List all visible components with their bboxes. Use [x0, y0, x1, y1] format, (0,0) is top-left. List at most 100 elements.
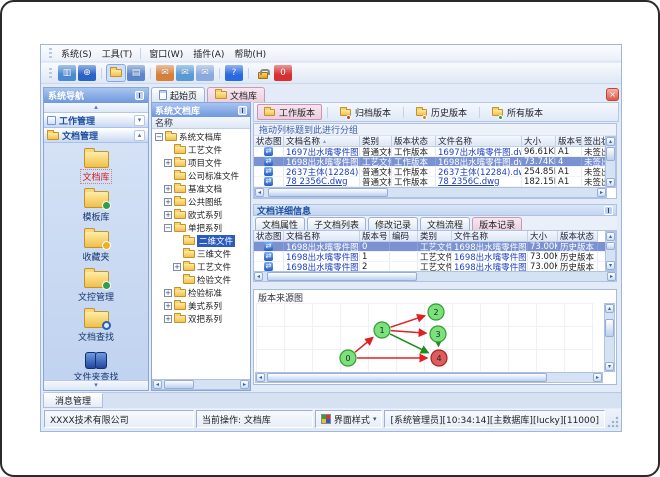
- detail-table-horizontal-scrollbar[interactable]: ◂ ▸: [253, 271, 617, 282]
- toolbar-document-library-icon[interactable]: [106, 64, 126, 82]
- scroll-thumb[interactable]: [268, 188, 388, 197]
- column-header-1[interactable]: 文档名称: [284, 231, 360, 242]
- tree-item[interactable]: + 基准文档: [152, 182, 250, 195]
- expander-plus-icon[interactable]: +: [164, 184, 172, 193]
- column-header-1[interactable]: 文档名称 ▴: [284, 136, 360, 147]
- scroll-down-arrow-icon[interactable]: ▾: [605, 362, 614, 371]
- sidebar-group-0[interactable]: 工作管理 ▾: [44, 113, 148, 128]
- expander-plus-icon[interactable]: +: [164, 301, 172, 310]
- column-header-5[interactable]: 文件名称: [452, 231, 528, 242]
- expander-plus-icon[interactable]: +: [164, 314, 172, 323]
- toolbar-internet-icon[interactable]: ⊕: [78, 65, 96, 81]
- expander-minus-icon[interactable]: −: [155, 132, 163, 141]
- scroll-left-arrow-icon[interactable]: ◂: [153, 380, 162, 389]
- sidebar-item-3[interactable]: 文控管理: [44, 266, 148, 303]
- scroll-thumb[interactable]: [606, 147, 615, 161]
- sidebar-item-2[interactable]: 收藏夹: [44, 226, 148, 263]
- scroll-thumb[interactable]: [605, 319, 614, 337]
- scroll-right-arrow-icon[interactable]: ▸: [593, 373, 602, 382]
- version-button-0[interactable]: 工作版本: [257, 104, 323, 120]
- toolbar-workspace-icon[interactable]: ▤: [127, 65, 145, 81]
- column-header-5[interactable]: 大小: [522, 136, 556, 147]
- tree-item[interactable]: − 单把系列: [152, 221, 250, 234]
- main-table-horizontal-scrollbar[interactable]: ◂ ▸: [254, 187, 607, 198]
- chevron-down-icon[interactable]: ▾: [134, 115, 145, 126]
- tab-0[interactable]: 起始页: [151, 87, 206, 102]
- tree-item[interactable]: 二维文件: [152, 234, 250, 247]
- expander-plus-icon[interactable]: +: [173, 262, 181, 271]
- sidebar-scroll-down-strip[interactable]: ▾: [44, 380, 148, 390]
- tree-horizontal-scrollbar[interactable]: ◂ ▸: [152, 379, 250, 390]
- graph-horizontal-scrollbar[interactable]: ◂ ▸: [255, 372, 603, 383]
- sidebar-group-1[interactable]: 文档管理 ▴: [44, 128, 148, 143]
- table-row[interactable]: ⇄1698出水嘴零件图.dwg工艺文件工作版本1698出水嘴零件图.dwg73.…: [254, 157, 607, 167]
- graph-vertical-scrollbar[interactable]: ▴ ▾: [604, 303, 615, 372]
- detail-table-vertical-scrollbar[interactable]: ▴ ▾: [605, 231, 616, 271]
- menu-item-tools[interactable]: 工具(T): [97, 46, 138, 61]
- toolbar-mail-send-icon[interactable]: ✉: [196, 65, 214, 81]
- column-header-0[interactable]: 状态图: [254, 231, 284, 242]
- tree-item[interactable]: 三维文件: [152, 247, 250, 260]
- tree-item[interactable]: + 工艺文件: [152, 260, 250, 273]
- scroll-right-arrow-icon[interactable]: ▸: [607, 272, 616, 281]
- toolbar-remote-desktop-icon[interactable]: ▥: [58, 65, 76, 81]
- tree-item[interactable]: + 美式系列: [152, 299, 250, 312]
- menu-item-help[interactable]: 帮助(H): [229, 46, 271, 61]
- scroll-up-arrow-icon[interactable]: ▴: [606, 232, 615, 241]
- tree-item[interactable]: + 公共图纸: [152, 195, 250, 208]
- resize-grip[interactable]: [607, 410, 620, 428]
- toolbar-exit-icon[interactable]: 0: [274, 65, 292, 81]
- scroll-down-arrow-icon[interactable]: ▾: [606, 261, 615, 270]
- version-button-1[interactable]: 归档版本: [333, 104, 398, 120]
- sidebar-scroll-up-strip[interactable]: ▴: [44, 103, 148, 113]
- column-header-0[interactable]: 状态图: [254, 136, 284, 147]
- expander-plus-icon[interactable]: +: [164, 288, 172, 297]
- table-row[interactable]: ⇄1698出水嘴零件图.dwg1工艺文件1698出水嘴零件图.dwg73.00K…: [254, 252, 607, 262]
- sidebar-item-5[interactable]: 文件夹查找: [44, 346, 148, 380]
- tree-item[interactable]: + 项目文件: [152, 156, 250, 169]
- toolbar-lock-icon[interactable]: [254, 65, 272, 81]
- menu-item-plugins[interactable]: 插件(A): [188, 46, 229, 61]
- column-header-4[interactable]: 文件名称: [436, 136, 522, 147]
- scroll-left-arrow-icon[interactable]: ◂: [254, 272, 263, 281]
- sidebar-item-1[interactable]: 模板库: [44, 186, 148, 223]
- tree-item[interactable]: − 系统文档库: [152, 130, 250, 143]
- detail-tab-3[interactable]: 文档流程: [420, 217, 471, 231]
- scroll-up-arrow-icon[interactable]: ▴: [606, 137, 615, 146]
- scroll-thumb[interactable]: [267, 272, 417, 281]
- tree-item[interactable]: + 双把系列: [152, 312, 250, 325]
- sidebar-item-0[interactable]: 文档库: [44, 146, 148, 184]
- scroll-thumb[interactable]: [606, 242, 615, 250]
- skin-selector[interactable]: 界面样式 ▾: [314, 410, 383, 428]
- close-tab-button[interactable]: ×: [606, 88, 619, 101]
- scroll-left-arrow-icon[interactable]: ◂: [256, 373, 265, 382]
- detail-tab-4[interactable]: 版本记录: [472, 217, 523, 231]
- scroll-down-arrow-icon[interactable]: ▾: [606, 178, 615, 187]
- tree-item[interactable]: 工艺文件: [152, 143, 250, 156]
- column-header-7[interactable]: 版本状态: [558, 231, 598, 242]
- table-row[interactable]: ⇄1697出水嘴零件图.dwg普通文档工作版本1697出水嘴零件图.dwg96.…: [254, 147, 607, 157]
- table-row[interactable]: ⇄78 2356C.dwg普通文档工作版本78 2356C.dwg182.15K…: [254, 177, 607, 187]
- expander-plus-icon[interactable]: +: [164, 210, 172, 219]
- detail-tab-0[interactable]: 文档属性: [255, 217, 306, 231]
- pin-icon[interactable]: [604, 205, 613, 215]
- toolbar-help-icon[interactable]: ?: [225, 65, 243, 81]
- toolbar-mail-read-icon[interactable]: ✉: [176, 65, 194, 81]
- message-management-tab[interactable]: 消息管理: [43, 393, 103, 408]
- scroll-right-arrow-icon[interactable]: ▸: [240, 380, 249, 389]
- main-table-vertical-scrollbar[interactable]: ▴ ▾: [605, 136, 616, 188]
- pin-icon[interactable]: [135, 91, 144, 100]
- tree-item[interactable]: 公司标准文件: [152, 169, 250, 182]
- scroll-thumb[interactable]: [164, 380, 194, 389]
- table-row[interactable]: ⇄1698出水嘴零件图.dwg2工艺文件1698出水嘴零件图.dwg73.00K…: [254, 262, 607, 271]
- column-header-6[interactable]: 版本号: [556, 136, 582, 147]
- column-header-3[interactable]: 编码: [390, 231, 418, 242]
- menu-item-system[interactable]: 系统(S): [56, 46, 97, 61]
- column-header-4[interactable]: 类别: [418, 231, 452, 242]
- tree-column-header[interactable]: 名称: [152, 117, 250, 129]
- toolbar-mail-receive-icon[interactable]: ✉: [156, 65, 174, 81]
- version-button-3[interactable]: 所有版本: [485, 104, 550, 120]
- tab-active-1[interactable]: 文档库: [207, 87, 266, 102]
- scroll-right-arrow-icon[interactable]: ▸: [597, 188, 606, 197]
- detail-tab-1[interactable]: 子文档列表: [307, 217, 367, 231]
